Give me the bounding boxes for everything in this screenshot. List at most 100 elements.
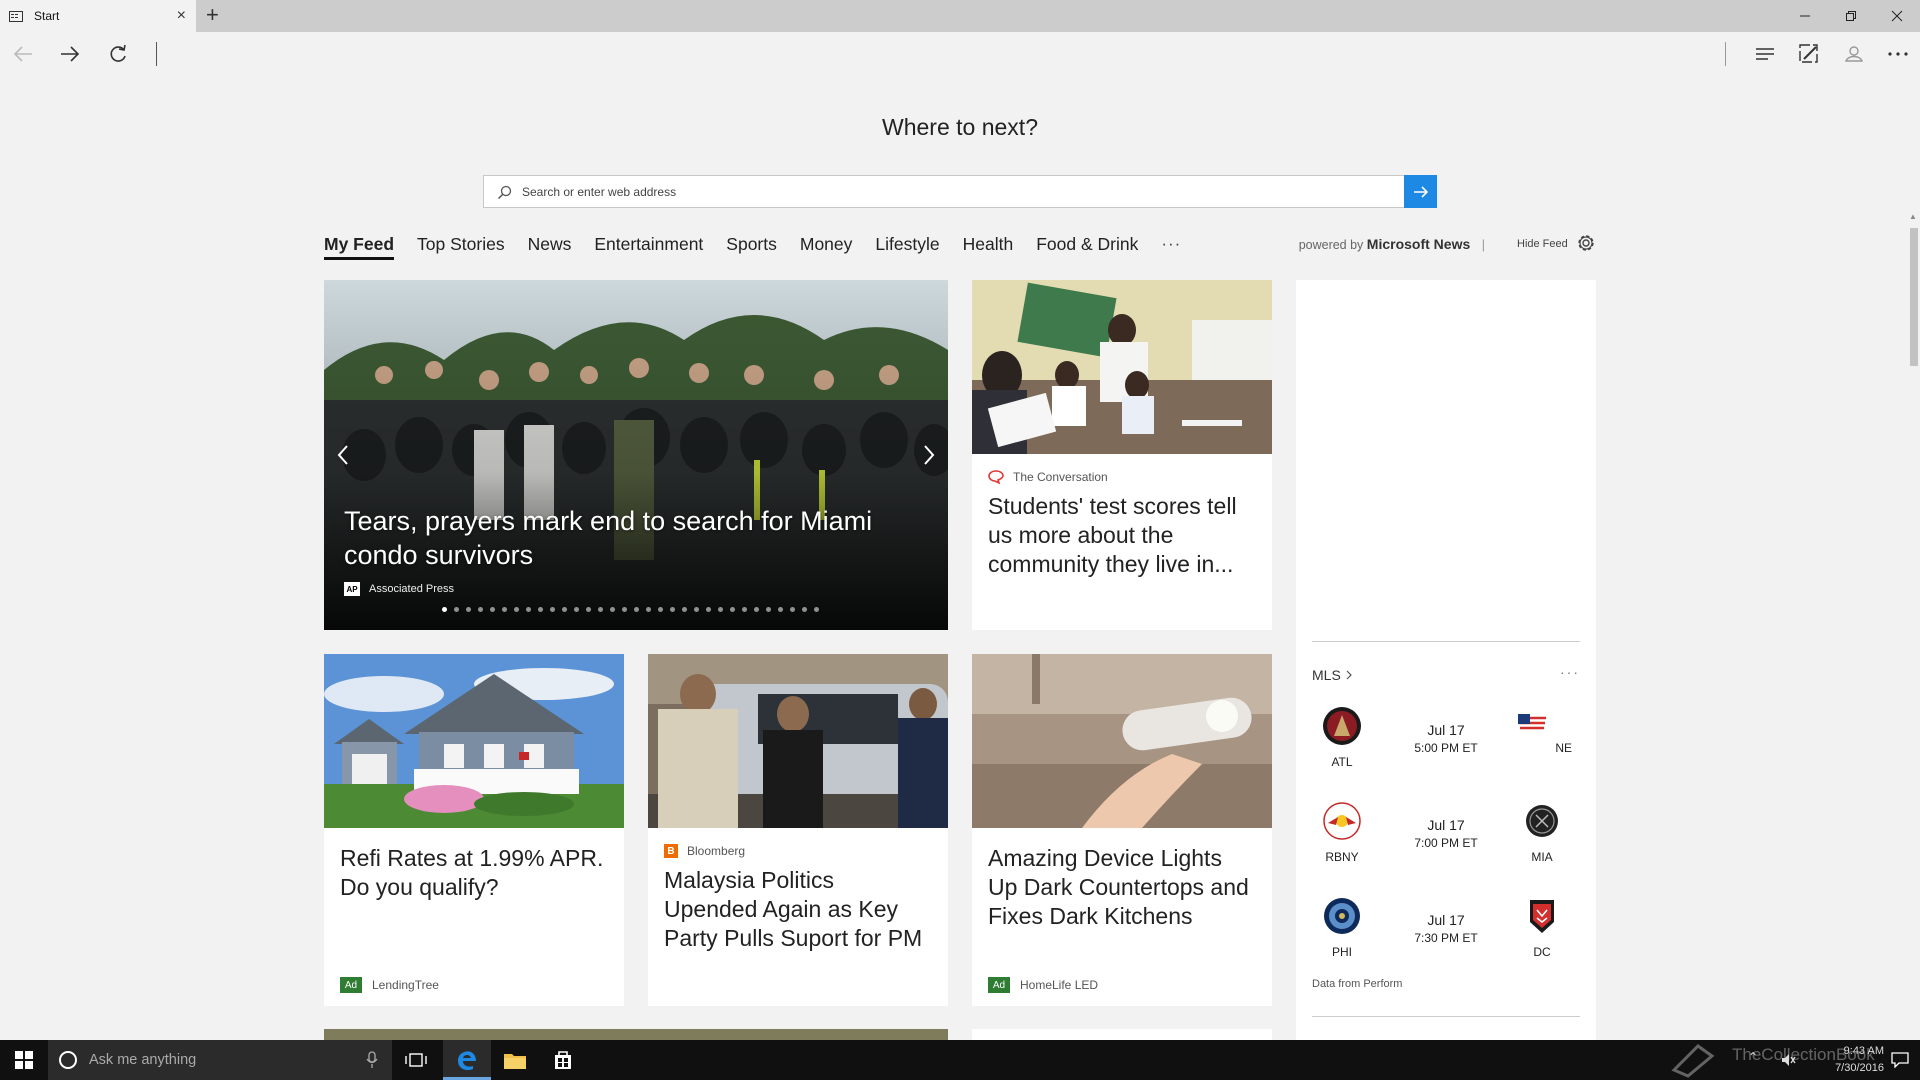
carousel-dot[interactable] xyxy=(778,607,783,612)
hub-button[interactable] xyxy=(1745,32,1785,76)
carousel-dot[interactable] xyxy=(538,607,543,612)
carousel-dot[interactable] xyxy=(634,607,639,612)
card-source-name: HomeLife LED xyxy=(1020,978,1099,992)
carousel-dot[interactable] xyxy=(682,607,687,612)
carousel-dot[interactable] xyxy=(514,607,519,612)
tab-sports[interactable]: Sports xyxy=(726,232,777,260)
news-card-bloomberg[interactable]: B Bloomberg Malaysia Politics Upended Ag… xyxy=(648,654,948,1006)
task-view-button[interactable] xyxy=(392,1040,440,1080)
close-window-button[interactable] xyxy=(1874,0,1920,32)
refresh-button[interactable] xyxy=(98,32,138,76)
carousel-dot[interactable] xyxy=(502,607,507,612)
carousel-dot[interactable] xyxy=(814,607,819,612)
hero-carousel[interactable]: Tears, prayers mark end to search for Mi… xyxy=(324,280,948,630)
tray-show-hidden-icon[interactable]: ⌃ xyxy=(1748,1050,1758,1064)
carousel-dot[interactable] xyxy=(526,607,531,612)
news-card-partial[interactable] xyxy=(324,1029,948,1040)
scroll-up-arrow-icon[interactable]: ▲ xyxy=(1909,212,1917,221)
carousel-dot[interactable] xyxy=(646,607,651,612)
carousel-next-button[interactable] xyxy=(914,440,944,470)
carousel-dot[interactable] xyxy=(742,607,747,612)
carousel-dot[interactable] xyxy=(622,607,627,612)
carousel-dot[interactable] xyxy=(706,607,711,612)
watermark-book-icon xyxy=(1671,1044,1715,1078)
taskbar-edge[interactable] xyxy=(443,1040,491,1080)
system-clock[interactable]: 9:43 AM 7/30/2016 xyxy=(1835,1043,1884,1077)
carousel-dot[interactable] xyxy=(586,607,591,612)
page-title: Where to next? xyxy=(882,114,1038,140)
search-go-button[interactable] xyxy=(1404,175,1437,208)
mls-more-button[interactable]: ··· xyxy=(1560,664,1580,680)
card-source-name: The Conversation xyxy=(1013,470,1108,484)
ad-card-homelife[interactable]: Amazing Device Lights Up Dark Countertop… xyxy=(972,654,1272,1006)
carousel-dot[interactable] xyxy=(718,607,723,612)
feed-more-button[interactable]: ··· xyxy=(1161,232,1181,260)
carousel-dot[interactable] xyxy=(442,607,447,612)
ad-card-lendingtree[interactable]: Refi Rates at 1.99% APR. Do you qualify?… xyxy=(324,654,624,1006)
tab-lifestyle[interactable]: Lifestyle xyxy=(875,232,939,260)
carousel-dot[interactable] xyxy=(694,607,699,612)
more-menu-button[interactable] xyxy=(1878,32,1918,76)
tab-health[interactable]: Health xyxy=(963,232,1014,260)
carousel-dot[interactable] xyxy=(670,607,675,612)
carousel-dot[interactable] xyxy=(802,607,807,612)
restore-button[interactable] xyxy=(1828,0,1874,32)
start-button[interactable] xyxy=(0,1040,48,1080)
match-row[interactable]: ATL Jul 17 5:00 PM ET NE xyxy=(1296,706,1596,786)
carousel-dot[interactable] xyxy=(658,607,663,612)
tab-top-stories[interactable]: Top Stories xyxy=(417,232,505,260)
carousel-dot[interactable] xyxy=(454,607,459,612)
feed-settings-button[interactable] xyxy=(1575,232,1597,259)
hero-headline[interactable]: Tears, prayers mark end to search for Mi… xyxy=(344,504,914,572)
taskbar-file-explorer[interactable] xyxy=(491,1040,539,1080)
tab-start[interactable]: Start × xyxy=(0,0,196,32)
action-center-button[interactable] xyxy=(1880,1040,1920,1080)
volume-muted-icon[interactable] xyxy=(1780,1052,1796,1068)
carousel-dot[interactable] xyxy=(550,607,555,612)
card-headline[interactable]: Malaysia Politics Upended Again as Key P… xyxy=(664,866,932,953)
back-button[interactable] xyxy=(3,32,43,76)
news-card-partial[interactable] xyxy=(972,1029,1272,1040)
share-button[interactable] xyxy=(1834,32,1874,76)
carousel-dot[interactable] xyxy=(790,607,795,612)
card-source-name: Bloomberg xyxy=(687,844,746,858)
cortana-search[interactable]: Ask me anything xyxy=(48,1040,392,1080)
hide-feed-link[interactable]: Hide Feed xyxy=(1517,238,1568,250)
mia-logo-icon xyxy=(1526,805,1558,837)
tab-news[interactable]: News xyxy=(528,232,572,260)
carousel-dot[interactable] xyxy=(598,607,603,612)
forward-button[interactable] xyxy=(50,32,90,76)
match-row[interactable]: PHI Jul 17 7:30 PM ET DC xyxy=(1296,896,1596,976)
card-source-name: LendingTree xyxy=(372,978,439,992)
match-row[interactable]: RBNY Jul 17 7:00 PM ET MIA xyxy=(1296,801,1596,881)
tab-my-feed[interactable]: My Feed xyxy=(324,232,395,260)
carousel-dot[interactable] xyxy=(562,607,567,612)
carousel-dot[interactable] xyxy=(490,607,495,612)
minimize-button[interactable] xyxy=(1782,0,1828,32)
carousel-prev-button[interactable] xyxy=(328,440,358,470)
carousel-dot[interactable] xyxy=(730,607,735,612)
news-card-conversation[interactable]: The Conversation Students' test scores t… xyxy=(972,280,1272,630)
tab-close-button[interactable]: × xyxy=(177,7,186,25)
search-box[interactable] xyxy=(483,175,1437,208)
carousel-dot[interactable] xyxy=(766,607,771,612)
carousel-dot[interactable] xyxy=(610,607,615,612)
card-headline[interactable]: Refi Rates at 1.99% APR. Do you qualify? xyxy=(340,844,608,902)
carousel-dot[interactable] xyxy=(478,607,483,612)
tab-money[interactable]: Money xyxy=(800,232,853,260)
carousel-dot[interactable] xyxy=(574,607,579,612)
new-tab-button[interactable]: + xyxy=(206,2,219,28)
taskbar-store[interactable] xyxy=(539,1040,587,1080)
web-note-button[interactable] xyxy=(1789,32,1829,76)
carousel-dot[interactable] xyxy=(466,607,471,612)
search-input[interactable] xyxy=(522,176,1382,207)
tab-food-drink[interactable]: Food & Drink xyxy=(1036,232,1138,260)
mls-title-link[interactable]: MLS xyxy=(1312,667,1353,683)
hub-icon xyxy=(1756,48,1774,60)
scrollbar-thumb[interactable] xyxy=(1910,228,1918,366)
card-headline[interactable]: Students' test scores tell us more about… xyxy=(988,492,1256,579)
carousel-dot[interactable] xyxy=(754,607,759,612)
tab-entertainment[interactable]: Entertainment xyxy=(594,232,703,260)
powered-brand[interactable]: Microsoft News xyxy=(1367,236,1470,252)
card-headline[interactable]: Amazing Device Lights Up Dark Countertop… xyxy=(988,844,1256,931)
